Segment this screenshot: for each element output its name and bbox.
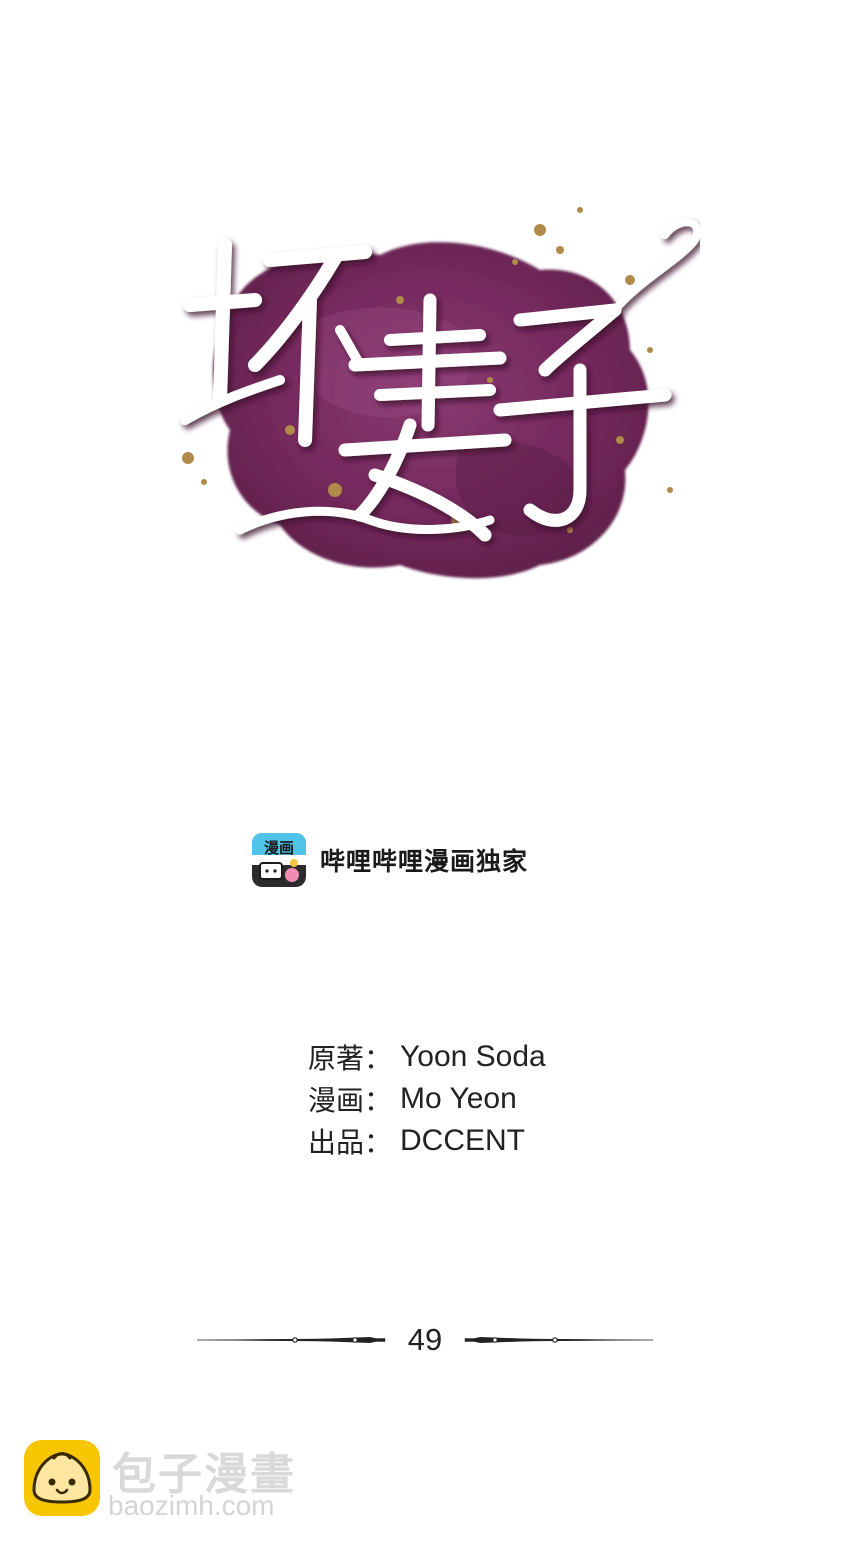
credit-row-publisher: 出品： DCCENT [308, 1120, 628, 1162]
credit-label: 漫画： [308, 1084, 393, 1117]
credit-label: 原著： [308, 1042, 393, 1075]
site-watermark: 包子漫畫 baozimh.com [24, 1438, 324, 1524]
credit-value: Mo Yeon [400, 1082, 517, 1115]
credit-row-author: 原著： Yoon Soda [308, 1036, 628, 1078]
chapter-marker: 49 [195, 1316, 655, 1364]
credits-block: 原著： Yoon Soda 漫画： Mo Yeon 出品： DCCENT [308, 1036, 628, 1162]
credit-row-artist: 漫画： Mo Yeon [308, 1078, 628, 1120]
platform-badge: 漫画 哔哩哔哩漫画独家 [252, 833, 528, 887]
bilibili-manga-app-icon: 漫画 [252, 833, 306, 887]
watermark-url: baozimh.com [108, 1490, 275, 1521]
credit-value: DCCENT [400, 1124, 525, 1157]
platform-label: 哔哩哔哩漫画独家 [320, 847, 529, 876]
title-logo [160, 190, 700, 600]
credit-value: Yoon Soda [400, 1040, 546, 1073]
chapter-number: 49 [407, 1322, 443, 1357]
svg-text:漫画: 漫画 [264, 839, 294, 857]
baozi-bun-icon [24, 1440, 100, 1516]
credit-label: 出品： [308, 1126, 393, 1159]
